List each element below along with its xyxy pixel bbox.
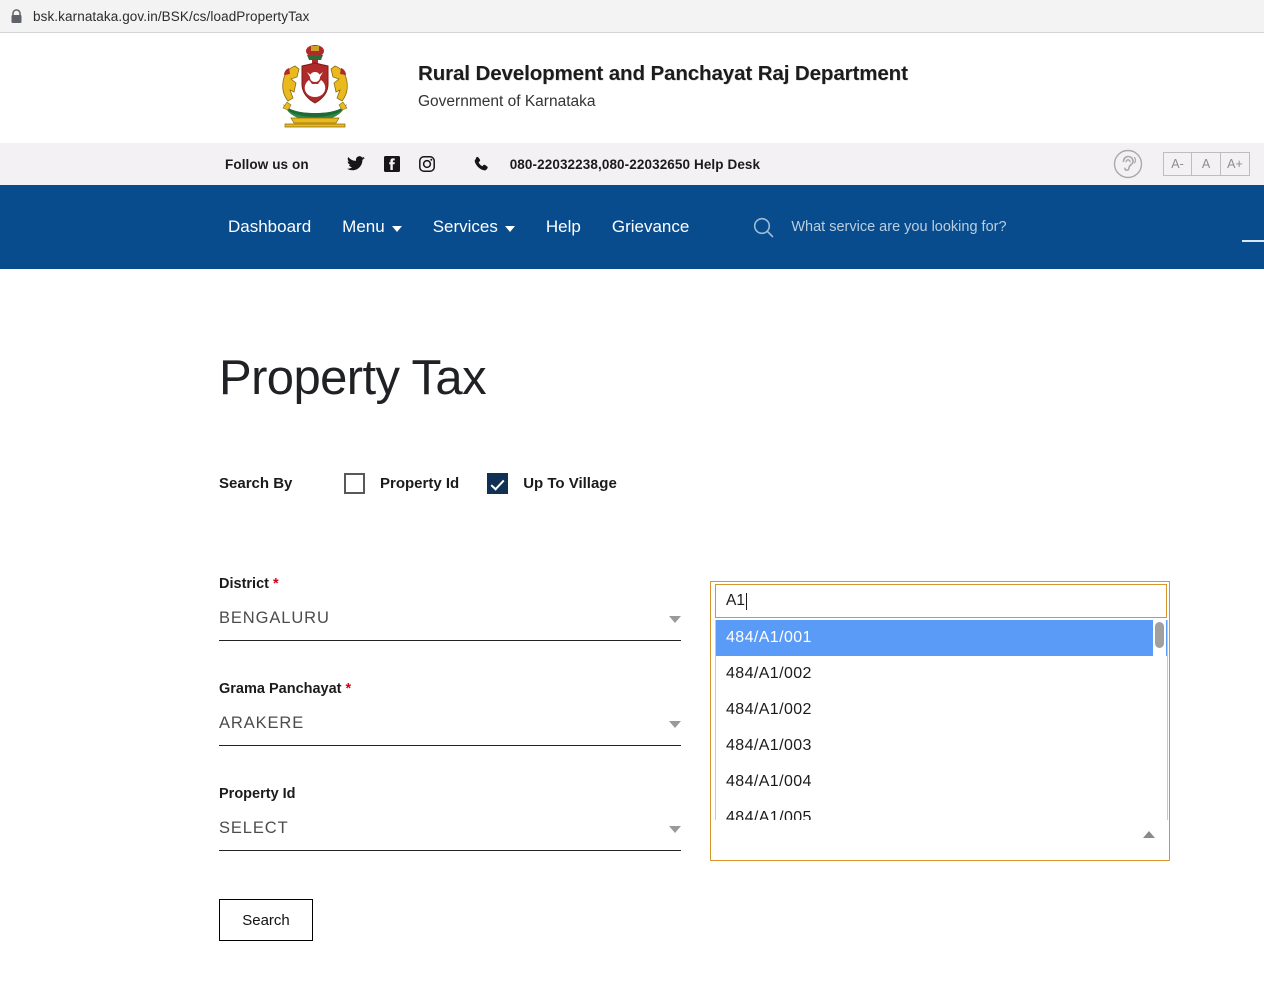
- checkbox-label-up-to-village: Up To Village: [523, 475, 617, 492]
- instagram-icon[interactable]: [418, 156, 435, 172]
- chevron-down-icon: [504, 225, 515, 232]
- select-property-id[interactable]: SELECT: [219, 819, 681, 851]
- site-header: Rural Development and Panchayat Raj Depa…: [0, 33, 1264, 143]
- label-text-district: District: [219, 576, 269, 592]
- select-grama-panchayat[interactable]: ARAKERE: [219, 714, 681, 746]
- font-decrease-button[interactable]: A-: [1163, 152, 1192, 176]
- checkbox-box-property-id[interactable]: [344, 473, 365, 494]
- social-helpdesk-bar: Follow us on 080-22032238,080-22032650 H…: [0, 143, 1264, 185]
- checkbox-label-property-id: Property Id: [380, 475, 460, 492]
- dropdown-option[interactable]: 484/A1/004: [716, 764, 1167, 800]
- facebook-icon[interactable]: [383, 156, 400, 172]
- nav-label-menu: Menu: [342, 217, 385, 236]
- twitter-icon[interactable]: [346, 156, 365, 172]
- dropdown-option-list[interactable]: 484/A1/001 484/A1/002 484/A1/002 484/A1/…: [715, 620, 1168, 820]
- main-navigation: Dashboard Menu Services Help Grievance W…: [0, 185, 1264, 269]
- field-label-grama-panchayat: Grama Panchayat *: [219, 681, 681, 697]
- lock-icon: [11, 8, 22, 23]
- form-column: District * BENGALURU Grama Panchayat * A…: [219, 576, 681, 941]
- dropdown-option[interactable]: 484/A1/005: [716, 800, 1167, 820]
- nav-label-dashboard: Dashboard: [228, 217, 312, 236]
- required-asterisk: *: [268, 576, 279, 592]
- nav-search-box[interactable]: What service are you looking for?: [753, 217, 1007, 238]
- dropdown-scrollbar[interactable]: [1153, 620, 1166, 820]
- checkbox-property-id[interactable]: Property Id: [344, 473, 459, 494]
- department-name: Rural Development and Panchayat Raj Depa…: [418, 61, 908, 85]
- select-value-property-id: SELECT: [219, 819, 289, 837]
- field-district: District * BENGALURU: [219, 576, 681, 641]
- nav-item-dashboard[interactable]: Dashboard: [228, 217, 311, 237]
- select-district[interactable]: BENGALURU: [219, 609, 681, 641]
- select-value-grama-panchayat: ARAKERE: [219, 714, 305, 732]
- accessibility-controls: A- A A+: [1113, 149, 1250, 179]
- field-label-property-id: Property Id: [219, 786, 681, 802]
- chevron-down-icon: [669, 616, 681, 623]
- social-icons-group: [346, 156, 490, 173]
- search-by-label: Search By: [219, 475, 293, 492]
- url-text: bsk.karnataka.gov.in/BSK/cs/loadProperty…: [33, 8, 310, 24]
- chevron-down-icon: [669, 826, 681, 833]
- karnataka-state-emblem-icon: [282, 45, 348, 128]
- required-asterisk: *: [341, 681, 352, 697]
- nav-item-help[interactable]: Help: [546, 217, 581, 237]
- checkbox-box-up-to-village[interactable]: [487, 473, 509, 494]
- font-normal-button[interactable]: A: [1192, 152, 1221, 176]
- select-value-district: BENGALURU: [219, 609, 330, 627]
- font-size-controls: A- A A+: [1163, 152, 1250, 176]
- dropdown-option[interactable]: 484/A1/002: [716, 692, 1167, 728]
- search-button[interactable]: Search: [219, 899, 313, 941]
- dropdown-search-value: A1: [726, 592, 745, 609]
- phone-icon-wrap: [473, 156, 490, 173]
- nav-label-services: Services: [432, 217, 498, 236]
- field-property-id: Property Id SELECT: [219, 786, 681, 851]
- browser-url-bar[interactable]: bsk.karnataka.gov.in/BSK/cs/loadProperty…: [0, 0, 1264, 33]
- chevron-down-icon: [669, 721, 681, 728]
- field-grama-panchayat: Grama Panchayat * ARAKERE: [219, 681, 681, 746]
- font-increase-button[interactable]: A+: [1221, 152, 1250, 176]
- dropdown-scrollbar-thumb[interactable]: [1155, 622, 1164, 648]
- checkbox-up-to-village[interactable]: Up To Village: [487, 473, 617, 494]
- nav-label-help: Help: [545, 217, 581, 236]
- page-title: Property Tax: [219, 351, 487, 405]
- helpdesk-number: 080-22032238,080-22032650 Help Desk: [509, 156, 761, 172]
- nav-item-menu[interactable]: Menu: [342, 217, 402, 237]
- nav-items-group: Dashboard Menu Services Help Grievance: [228, 217, 689, 237]
- phone-icon: [474, 156, 488, 170]
- property-id-dropdown-panel: A1 484/A1/001 484/A1/002 484/A1/002 484/…: [710, 581, 1170, 861]
- text-cursor: [745, 592, 748, 610]
- search-icon: [754, 217, 774, 237]
- dropdown-option[interactable]: 484/A1/003: [716, 728, 1167, 764]
- dropdown-search-input[interactable]: A1: [715, 584, 1167, 618]
- nav-item-services[interactable]: Services: [433, 217, 515, 237]
- chevron-up-icon[interactable]: [1143, 831, 1155, 838]
- label-text-property-id: Property Id: [219, 786, 296, 802]
- nav-search-placeholder: What service are you looking for?: [791, 219, 1007, 235]
- nav-label-grievance: Grievance: [611, 217, 690, 236]
- accessibility-ear-icon[interactable]: [1113, 149, 1143, 179]
- dropdown-option[interactable]: 484/A1/002: [716, 656, 1167, 692]
- dropdown-option[interactable]: 484/A1/001: [716, 620, 1167, 656]
- government-name: Government of Karnataka: [418, 92, 596, 110]
- nav-edge-marker: [1242, 240, 1264, 242]
- search-by-row: Search By Property Id Up To Village: [219, 473, 1264, 494]
- nav-item-grievance[interactable]: Grievance: [612, 217, 689, 237]
- chevron-down-icon: [391, 225, 402, 232]
- header-titles: Rural Development and Panchayat Raj Depa…: [418, 62, 908, 111]
- label-text-grama-panchayat: Grama Panchayat: [219, 681, 342, 697]
- field-label-district: District *: [219, 576, 681, 592]
- follow-us-label: Follow us on: [225, 156, 309, 172]
